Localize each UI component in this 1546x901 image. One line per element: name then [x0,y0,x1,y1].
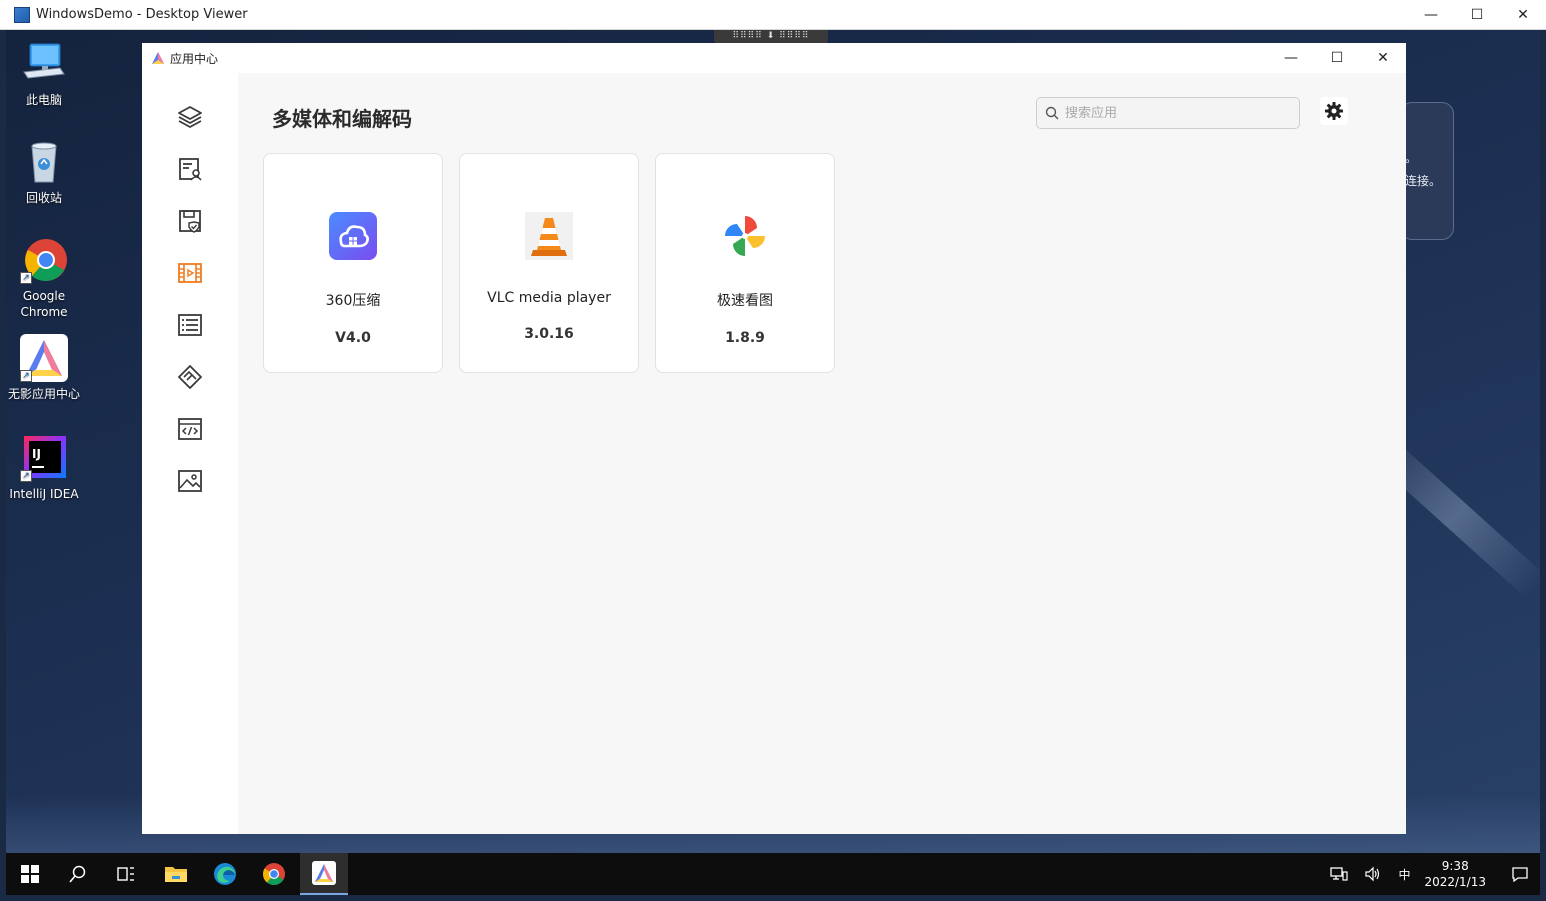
file-explorer-icon [165,867,187,882]
app-center-window: 应用中心 — ☐ ✕ 多媒体和编解码 搜索应用 360压缩 V4.0 VLC m… [142,43,1406,834]
chrome-icon [263,863,285,885]
ime-indicator[interactable]: 中 [1398,866,1410,883]
desktop-icon-intellij[interactable]: IJ ↗ IntelliJ IDEA [6,434,82,502]
network-icon[interactable] [1330,866,1349,882]
desktop-icon-label: 此电脑 [25,93,62,107]
background-panel-dot: 。 [1405,151,1418,165]
pinwheel-icon [721,212,769,260]
shortcut-arrow-icon: ↗ [20,470,32,482]
background-notification-panel: 。 连接。 [1400,102,1454,240]
sidebar-item-multimedia[interactable] [176,259,204,287]
handshake-icon [178,365,202,389]
app-close-button[interactable]: ✕ [1360,43,1406,73]
app-version: V4.0 [335,330,371,346]
list-doc-icon [178,314,202,336]
chrome-icon: ↗ [20,236,68,284]
app-maximize-button[interactable]: ☐ [1314,43,1360,73]
start-icon [21,865,39,883]
viewer-app-icon [14,6,30,23]
notification-icon [1512,867,1528,882]
search-icon [1045,106,1059,120]
sidebar-item-remote-office[interactable] [176,155,204,183]
shortcut-arrow-icon: ↗ [20,272,32,284]
app-version: 1.8.9 [725,330,765,346]
app-version: 3.0.16 [524,326,574,342]
taskbar-search-button[interactable] [54,853,102,895]
sidebar-item-all-apps[interactable] [176,103,204,131]
sidebar-item-security[interactable] [176,207,204,235]
app-window-controls: — ☐ ✕ [1268,43,1406,73]
intellij-icon: IJ ↗ [20,434,68,482]
app-minimize-button[interactable]: — [1268,43,1314,73]
desktop-icon-label: 无影应用中心 [7,387,80,401]
shortcut-arrow-icon: ↗ [20,370,32,382]
viewer-close-button[interactable]: ✕ [1500,0,1546,30]
film-icon [178,263,202,283]
viewer-minimize-button[interactable]: — [1408,0,1454,30]
app-title: 应用中心 [170,51,219,66]
app-name: VLC media player [487,290,611,306]
category-title: 多媒体和编解码 [272,107,412,131]
app-name: 360压缩 [325,293,381,309]
sidebar-item-collaboration[interactable] [176,363,204,391]
desktop-icon-app-center[interactable]: ↗ 无影应用中心 [6,334,82,402]
desktop-icon-google-chrome[interactable]: ↗ Google Chrome [6,236,82,320]
settings-button[interactable] [1320,97,1348,125]
search-icon [69,865,86,883]
desktop-icon-recycle-bin[interactable]: 回收站 [6,138,82,206]
sidebar-item-development[interactable] [176,415,204,443]
app-center-icon: ↗ [20,334,68,382]
search-box[interactable] [1036,97,1300,129]
viewer-titlebar: WindowsDemo - Desktop Viewer — ☐ ✕ [0,0,1546,30]
app-card[interactable]: 360压缩 V4.0 [263,153,443,373]
main-content: 多媒体和编解码 搜索应用 360压缩 V4.0 VLC media player… [238,73,1406,834]
clock-time: 9:38 [1441,859,1469,873]
connection-bar-handle[interactable]: ⠿⠿⠿⠿ ⬇ ⠿⠿⠿⠿ [714,30,828,44]
computer-person-icon [179,158,202,181]
svg-text:IJ: IJ [32,447,41,461]
360-zip-icon [329,212,377,260]
code-window-icon [178,418,202,440]
search-input[interactable] [1065,105,1285,121]
viewer-title: WindowsDemo - Desktop Viewer [36,7,248,22]
taskbar-chrome[interactable] [250,853,298,895]
desktop-icon-label: IntelliJ IDEA [9,487,79,501]
app-name: 极速看图 [717,293,773,309]
system-tray: 中 9:38 2022/1/13 [1322,853,1540,895]
clock[interactable]: 9:38 2022/1/13 [1424,858,1486,890]
gear-icon [1325,102,1343,120]
sidebar-item-graphics[interactable] [176,467,204,495]
clock-date: 2022/1/13 [1424,875,1486,889]
background-panel-text: 连接。 [1405,174,1442,188]
taskbar-edge[interactable] [201,853,249,895]
app-title-icon [152,52,164,64]
app-titlebar: 应用中心 — ☐ ✕ [142,43,1406,73]
volume-icon[interactable] [1364,866,1382,882]
vlc-cone-icon [525,212,573,260]
app-center-icon [312,861,336,885]
start-button[interactable] [6,853,54,895]
image-icon [178,470,202,492]
computer-icon [20,40,68,88]
desktop-icon-label: 回收站 [25,191,62,205]
viewer-window-controls: — ☐ ✕ [1408,0,1546,30]
recycle-bin-icon [20,138,68,186]
disk-shield-icon [179,210,201,233]
taskbar: 中 9:38 2022/1/13 [6,853,1540,895]
layers-icon [178,106,202,128]
app-card[interactable]: VLC media player 3.0.16 [459,153,639,373]
task-view-icon [117,867,134,881]
desktop-icon-this-pc[interactable]: 此电脑 [6,40,82,108]
edge-icon [214,863,236,885]
viewer-maximize-button[interactable]: ☐ [1454,0,1500,30]
app-card[interactable]: 极速看图 1.8.9 [655,153,835,373]
task-view-button[interactable] [102,853,150,895]
desktop-icon-label: Google Chrome [20,289,68,319]
sidebar-item-office[interactable] [176,311,204,339]
category-sidebar [142,73,238,834]
notification-center-button[interactable] [1500,866,1540,882]
taskbar-app-center[interactable] [300,853,348,895]
taskbar-file-explorer[interactable] [152,853,200,895]
